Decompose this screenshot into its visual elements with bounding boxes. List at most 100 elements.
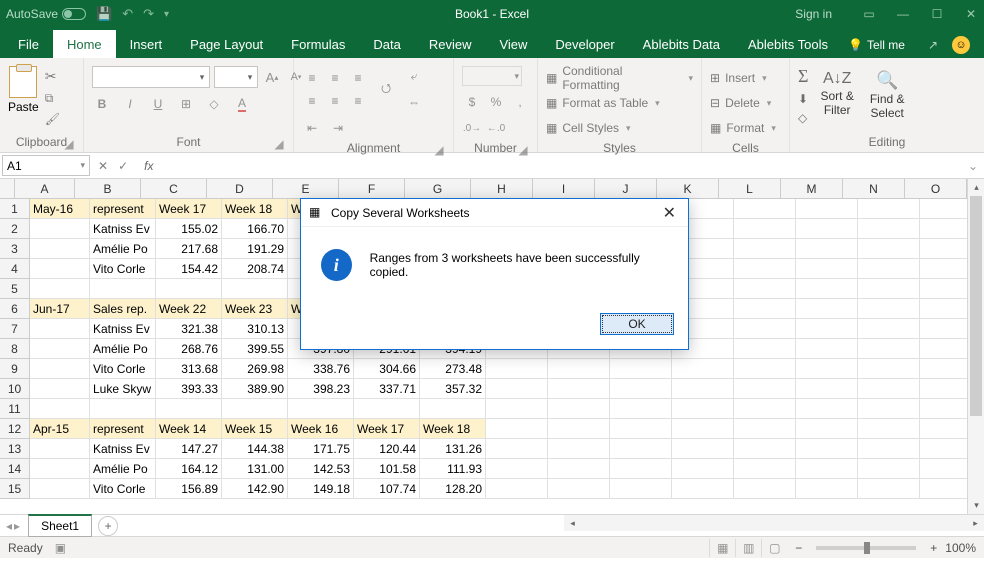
cell-D4[interactable]: 208.74 (222, 259, 288, 279)
cell-B1[interactable]: represent (90, 199, 156, 219)
zoom-in-button[interactable]: + (930, 541, 937, 555)
row-header-1[interactable]: 1 (0, 199, 30, 219)
delete-button[interactable]: ⊟Delete▾ (710, 93, 771, 113)
row-header-13[interactable]: 13 (0, 439, 30, 459)
zoom-slider[interactable] (816, 546, 916, 550)
border-button[interactable]: ⊞ (176, 94, 196, 114)
expand-formula-icon[interactable]: ⌄ (964, 159, 982, 173)
copy-icon[interactable]: ⧉ (45, 91, 60, 106)
col-header-E[interactable]: E (273, 179, 339, 199)
cell-G12[interactable]: Week 18 (420, 419, 486, 439)
col-header-O[interactable]: O (905, 179, 967, 199)
format-painter-icon[interactable]: 🖌 (45, 112, 60, 126)
currency-icon[interactable]: $ (462, 92, 482, 112)
insert-button[interactable]: ⊞Insert▾ (710, 68, 767, 88)
font-color-button[interactable]: A (232, 94, 252, 114)
sort-filter-button[interactable]: A↓Z Sort & Filter (816, 66, 857, 118)
increase-decimal-icon[interactable]: .0→ (462, 118, 482, 138)
cell-C15[interactable]: 156.89 (156, 479, 222, 499)
bold-button[interactable]: B (92, 94, 112, 114)
cell-D8[interactable]: 399.55 (222, 339, 288, 359)
paste-button[interactable]: Paste (8, 62, 39, 114)
col-header-N[interactable]: N (843, 179, 905, 199)
row-header-5[interactable]: 5 (0, 279, 30, 299)
save-icon[interactable]: 💾 (96, 6, 112, 22)
increase-indent-icon[interactable]: ⇥ (328, 118, 348, 138)
format-button[interactable]: ▦Format▾ (710, 118, 776, 138)
cell-D2[interactable]: 166.70 (222, 219, 288, 239)
launcher-icon[interactable]: ◢ (273, 138, 285, 150)
clear-icon[interactable]: ◇ (798, 111, 808, 125)
cell-C7[interactable]: 321.38 (156, 319, 222, 339)
find-select-button[interactable]: 🔍 Find & Select (866, 66, 909, 121)
cell-C13[interactable]: 147.27 (156, 439, 222, 459)
cell-G13[interactable]: 131.26 (420, 439, 486, 459)
cell-D6[interactable]: Week 23 (222, 299, 288, 319)
scroll-left-icon[interactable]: ◂ (564, 515, 581, 532)
cell-G14[interactable]: 111.93 (420, 459, 486, 479)
cell-D10[interactable]: 389.90 (222, 379, 288, 399)
col-header-K[interactable]: K (657, 179, 719, 199)
cell-C3[interactable]: 217.68 (156, 239, 222, 259)
cell-C10[interactable]: 393.33 (156, 379, 222, 399)
cell-B7[interactable]: Katniss Ev (90, 319, 156, 339)
col-header-J[interactable]: J (595, 179, 657, 199)
tab-ablebits-data[interactable]: Ablebits Data (629, 30, 734, 58)
cell-C4[interactable]: 154.42 (156, 259, 222, 279)
cell-F12[interactable]: Week 17 (354, 419, 420, 439)
enter-formula-icon[interactable]: ✓ (118, 159, 128, 173)
row-header-14[interactable]: 14 (0, 459, 30, 479)
alignment-grid[interactable]: ≡≡≡ ≡≡≡ (302, 68, 368, 111)
fill-icon[interactable]: ⬇ (798, 92, 808, 106)
italic-button[interactable]: I (120, 94, 140, 114)
qat-more-icon[interactable]: ▾ (164, 9, 169, 20)
cell-B2[interactable]: Katniss Ev (90, 219, 156, 239)
cell-C14[interactable]: 164.12 (156, 459, 222, 479)
cell-D1[interactable]: Week 18 (222, 199, 288, 219)
col-header-M[interactable]: M (781, 179, 843, 199)
autosum-icon[interactable]: Σ (798, 66, 808, 87)
scroll-up-icon[interactable]: ▴ (968, 179, 984, 196)
orientation-button[interactable]: ⭯ (376, 79, 396, 99)
fx-icon[interactable]: fx (144, 159, 153, 173)
cell-D13[interactable]: 144.38 (222, 439, 288, 459)
conditional-formatting-button[interactable]: ▦Conditional Formatting▾ (546, 68, 693, 88)
tell-me[interactable]: 💡Tell me (848, 38, 905, 58)
cell-C9[interactable]: 313.68 (156, 359, 222, 379)
scroll-right-icon[interactable]: ▸ (967, 515, 984, 532)
fill-color-button[interactable]: ◇ (204, 94, 224, 114)
row-header-3[interactable]: 3 (0, 239, 30, 259)
cell-B6[interactable]: Sales rep. (90, 299, 156, 319)
font-size-combo[interactable]: ▾ (214, 66, 258, 88)
cut-icon[interactable]: ✂ (45, 68, 60, 85)
scroll-down-icon[interactable]: ▾ (968, 497, 984, 514)
decrease-decimal-icon[interactable]: ←.0 (486, 118, 506, 138)
cell-D3[interactable]: 191.29 (222, 239, 288, 259)
tab-insert[interactable]: Insert (116, 30, 177, 58)
ribbon-display-icon[interactable]: ▭ (862, 7, 876, 21)
ok-button[interactable]: OK (600, 313, 674, 335)
tab-page-layout[interactable]: Page Layout (176, 30, 277, 58)
tab-review[interactable]: Review (415, 30, 486, 58)
name-box[interactable]: A1▾ (2, 155, 90, 176)
col-header-B[interactable]: B (75, 179, 141, 199)
cell-E13[interactable]: 171.75 (288, 439, 354, 459)
col-header-G[interactable]: G (405, 179, 471, 199)
cell-D15[interactable]: 142.90 (222, 479, 288, 499)
tab-view[interactable]: View (485, 30, 541, 58)
cell-D7[interactable]: 310.13 (222, 319, 288, 339)
row-header-9[interactable]: 9 (0, 359, 30, 379)
cell-B8[interactable]: Amélie Po (90, 339, 156, 359)
cell-E15[interactable]: 149.18 (288, 479, 354, 499)
cell-F14[interactable]: 101.58 (354, 459, 420, 479)
cell-F13[interactable]: 120.44 (354, 439, 420, 459)
cell-G15[interactable]: 128.20 (420, 479, 486, 499)
page-break-button[interactable]: ▢ (761, 539, 787, 557)
macro-icon[interactable]: ▣ (55, 541, 66, 555)
close-window-icon[interactable]: ✕ (964, 7, 978, 21)
cell-styles-button[interactable]: ▦Cell Styles▾ (546, 118, 631, 138)
col-header-A[interactable]: A (15, 179, 75, 199)
cell-B3[interactable]: Amélie Po (90, 239, 156, 259)
decrease-indent-icon[interactable]: ⇤ (302, 118, 322, 138)
sheet-tab-sheet1[interactable]: Sheet1 (28, 514, 92, 537)
